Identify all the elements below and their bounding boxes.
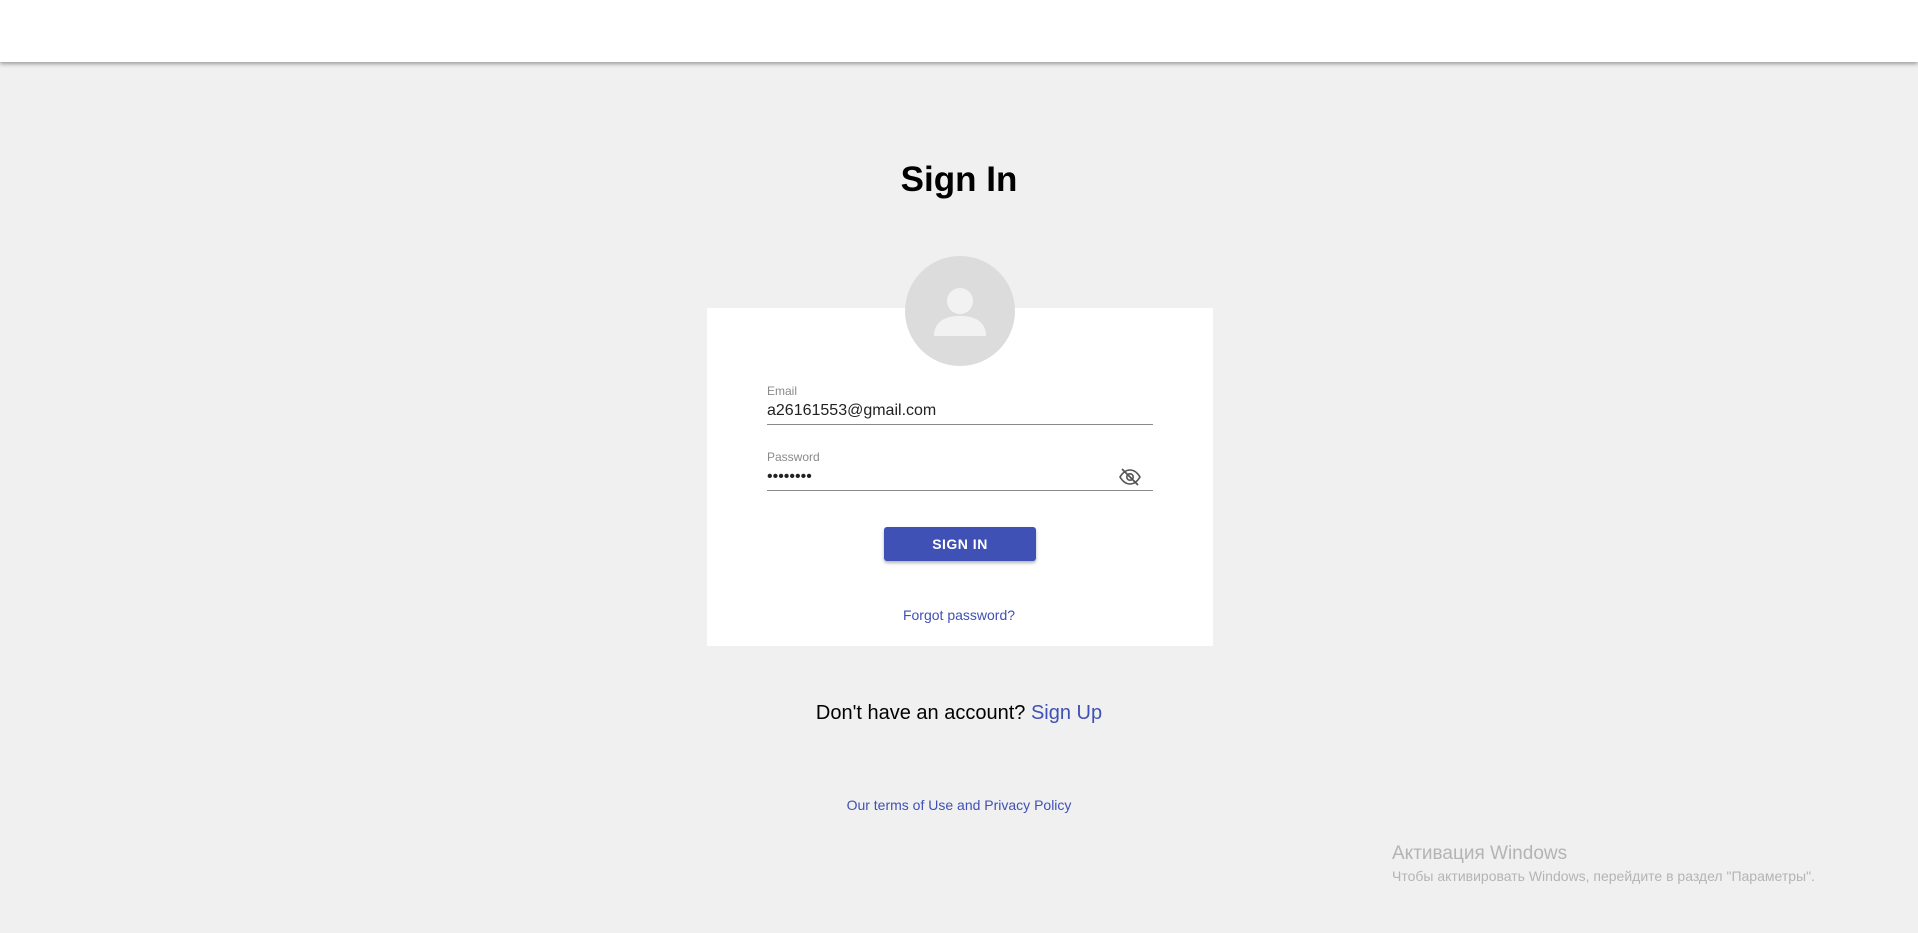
page-title: Sign In bbox=[900, 160, 1018, 199]
signup-prompt-line: Don't have an account? Sign Up bbox=[0, 702, 1918, 725]
watermark-title: Активация Windows bbox=[1392, 843, 1568, 864]
avatar bbox=[905, 256, 1015, 366]
top-app-bar bbox=[0, 0, 1918, 62]
email-field: Email a26161553@gmail.com bbox=[767, 384, 1153, 425]
email-input[interactable]: a26161553@gmail.com bbox=[767, 398, 1153, 425]
email-label: Email bbox=[767, 384, 798, 398]
person-icon bbox=[934, 288, 986, 336]
signup-prompt: Don't have an account? bbox=[815, 702, 1026, 724]
watermark-subtitle: Чтобы активировать Windows, перейдите в … bbox=[1392, 868, 1815, 884]
forgot-password-link[interactable]: Forgot password? bbox=[0, 607, 1918, 623]
password-value: •••••••• bbox=[767, 468, 812, 485]
sign-in-button[interactable]: SIGN IN bbox=[884, 527, 1036, 561]
eye-off-icon[interactable] bbox=[1119, 468, 1141, 486]
password-field: Password •••••••• bbox=[767, 450, 1153, 491]
windows-activation-watermark: Активация Windows Чтобы активировать Win… bbox=[1392, 843, 1815, 884]
sign-up-link[interactable]: Sign Up bbox=[1031, 702, 1102, 724]
password-label: Password bbox=[767, 450, 820, 464]
password-input[interactable]: •••••••• bbox=[767, 464, 1153, 491]
terms-privacy-link[interactable]: Our terms of Use and Privacy Policy bbox=[0, 797, 1918, 813]
